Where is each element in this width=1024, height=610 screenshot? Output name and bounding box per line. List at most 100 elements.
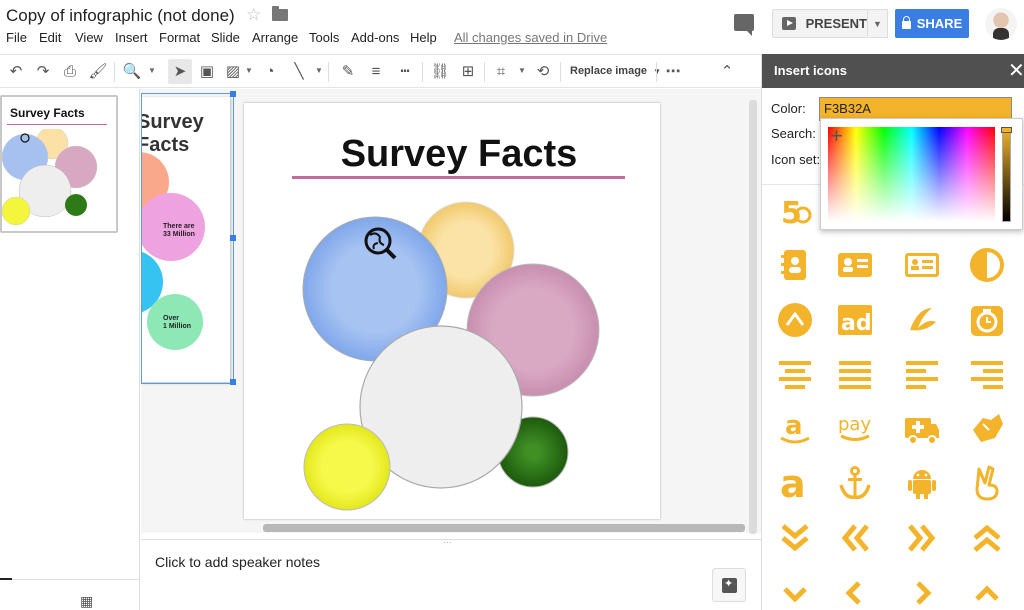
link-icon[interactable]: ⛓ [430,64,450,80]
current-slide[interactable]: Survey Facts [244,103,660,519]
angle-up-icon[interactable] [969,575,1005,610]
document-title[interactable]: Copy of infographic (not done) [6,6,235,26]
address-card-icon[interactable] [837,247,873,283]
amazon-icon[interactable]: a [777,410,813,446]
crosshair-icon[interactable]: + [830,123,843,149]
500px-icon[interactable]: 5 [777,193,813,229]
border-dash-icon[interactable]: ┅ [395,64,415,80]
grid-view-icon[interactable]: ▦ [80,593,93,610]
replace-image-button[interactable]: Replace image ▼ [570,65,661,77]
ad-icon[interactable]: ad [837,302,873,338]
present-button[interactable]: PRESENT [772,9,868,38]
notes-resize-handle[interactable]: … [443,535,453,545]
line-icon[interactable]: ╲ [289,64,309,80]
chevron-down-icon[interactable]: ▼ [245,66,253,75]
menu-format[interactable]: Format [159,30,200,45]
infographic-circles[interactable] [244,103,660,519]
chevron-down-icon[interactable]: ▼ [315,66,323,75]
zoom-icon[interactable]: 🔍 [122,64,142,80]
hue-slider[interactable] [1002,127,1011,222]
menu-view[interactable]: View [75,30,103,45]
shape-icon[interactable]: ◔ [260,64,280,80]
image-icon[interactable]: ▨ [223,64,243,80]
share-button[interactable]: SHARE [895,9,969,38]
chevron-down-icon[interactable]: ▼ [148,66,156,75]
id-card-icon[interactable] [904,247,940,283]
filmstrip-resize-mark[interactable] [0,578,12,580]
present-options-dropdown[interactable]: ▼ [868,9,888,38]
android-icon[interactable] [904,465,940,501]
alarm-clock-icon[interactable] [969,302,1005,338]
chevron-down-icon[interactable]: ▼ [518,66,526,75]
vertical-scrollbar[interactable] [749,100,757,534]
menu-help[interactable]: Help [410,30,437,45]
panel-title: Insert icons [774,63,847,78]
svg-text:5: 5 [781,196,802,229]
address-book-icon[interactable] [777,247,813,283]
amazon-pay-icon[interactable]: pay [837,410,873,446]
comments-icon[interactable] [734,14,754,36]
select-cursor-icon[interactable]: ➤ [170,64,190,80]
thumbnail-circles [2,129,98,226]
peace-hand-icon[interactable] [969,465,1005,501]
align-right-icon[interactable] [969,356,1005,392]
speaker-notes-placeholder[interactable]: Click to add speaker notes [155,554,320,570]
angle-double-up-icon[interactable] [969,520,1005,556]
text-box-icon[interactable]: ▣ [197,64,217,80]
angle-double-left-icon[interactable] [837,520,873,556]
angle-down-icon[interactable] [777,575,813,610]
menu-addons[interactable]: Add-ons [351,30,399,45]
menu-file[interactable]: File [6,30,27,45]
menu-arrange[interactable]: Arrange [252,30,298,45]
print-icon[interactable]: ⎙ [60,64,80,80]
angle-circle-icon[interactable] [777,302,813,338]
align-left-icon[interactable] [904,356,940,392]
menu-edit[interactable]: Edit [39,30,61,45]
paint-format-icon[interactable]: 🖌 [88,64,108,80]
angle-double-down-icon[interactable] [777,520,813,556]
slide-thumbnail[interactable]: Survey Facts [0,95,118,233]
folder-icon[interactable] [272,6,288,21]
redo-icon[interactable]: ↷ [33,64,53,80]
close-icon[interactable]: ✕ [1008,58,1024,83]
add-comment-icon[interactable]: ⊞ [458,64,478,80]
angle-right-icon[interactable] [904,575,940,610]
speaker-notes[interactable]: … Click to add speaker notes [141,535,761,610]
replace-image-label: Replace image [570,65,648,77]
sign-language-icon[interactable] [969,410,1005,446]
border-weight-icon[interactable]: ≡ [366,64,386,80]
slide-canvas[interactable]: Survey Facts There are 33 Million Over 1… [141,89,761,533]
color-picker-popup[interactable]: + [820,118,1023,230]
adjust-icon[interactable] [969,247,1005,283]
resize-handle[interactable] [230,379,236,385]
pen-icon[interactable]: ✎ [338,64,358,80]
resize-handle[interactable] [230,235,236,241]
more-options-icon[interactable]: ⋯ [663,64,683,80]
horizontal-scrollbar[interactable] [263,524,745,532]
reset-image-icon[interactable]: ⟲ [533,64,553,80]
avatar[interactable] [985,8,1017,40]
save-status-link[interactable]: All changes saved in Drive [454,30,607,45]
menu-slide[interactable]: Slide [211,30,240,45]
angle-left-icon[interactable] [837,575,873,610]
angle-double-right-icon[interactable] [904,520,940,556]
anchor-icon[interactable] [837,465,873,501]
star-icon[interactable]: ☆ [246,5,261,25]
align-justify-icon[interactable] [837,356,873,392]
crop-icon[interactable]: ⌗ [491,64,511,80]
search-label: Search: [771,126,816,141]
filmstrip-divider [0,579,140,580]
collapse-toolbar-icon[interactable]: ⌃ [717,64,737,80]
explore-button[interactable] [712,568,746,602]
saturation-gradient[interactable] [828,127,995,222]
resize-handle[interactable] [230,91,236,97]
undo-icon[interactable]: ↶ [6,64,26,80]
hue-slider-handle[interactable] [1001,127,1012,133]
adn-icon[interactable] [904,302,940,338]
ambulance-icon[interactable] [904,410,940,446]
color-label: Color: [771,101,806,116]
menu-insert[interactable]: Insert [115,30,148,45]
align-center-icon[interactable] [777,356,813,392]
amazon-a-icon[interactable]: a [777,465,813,501]
menu-tools[interactable]: Tools [309,30,339,45]
